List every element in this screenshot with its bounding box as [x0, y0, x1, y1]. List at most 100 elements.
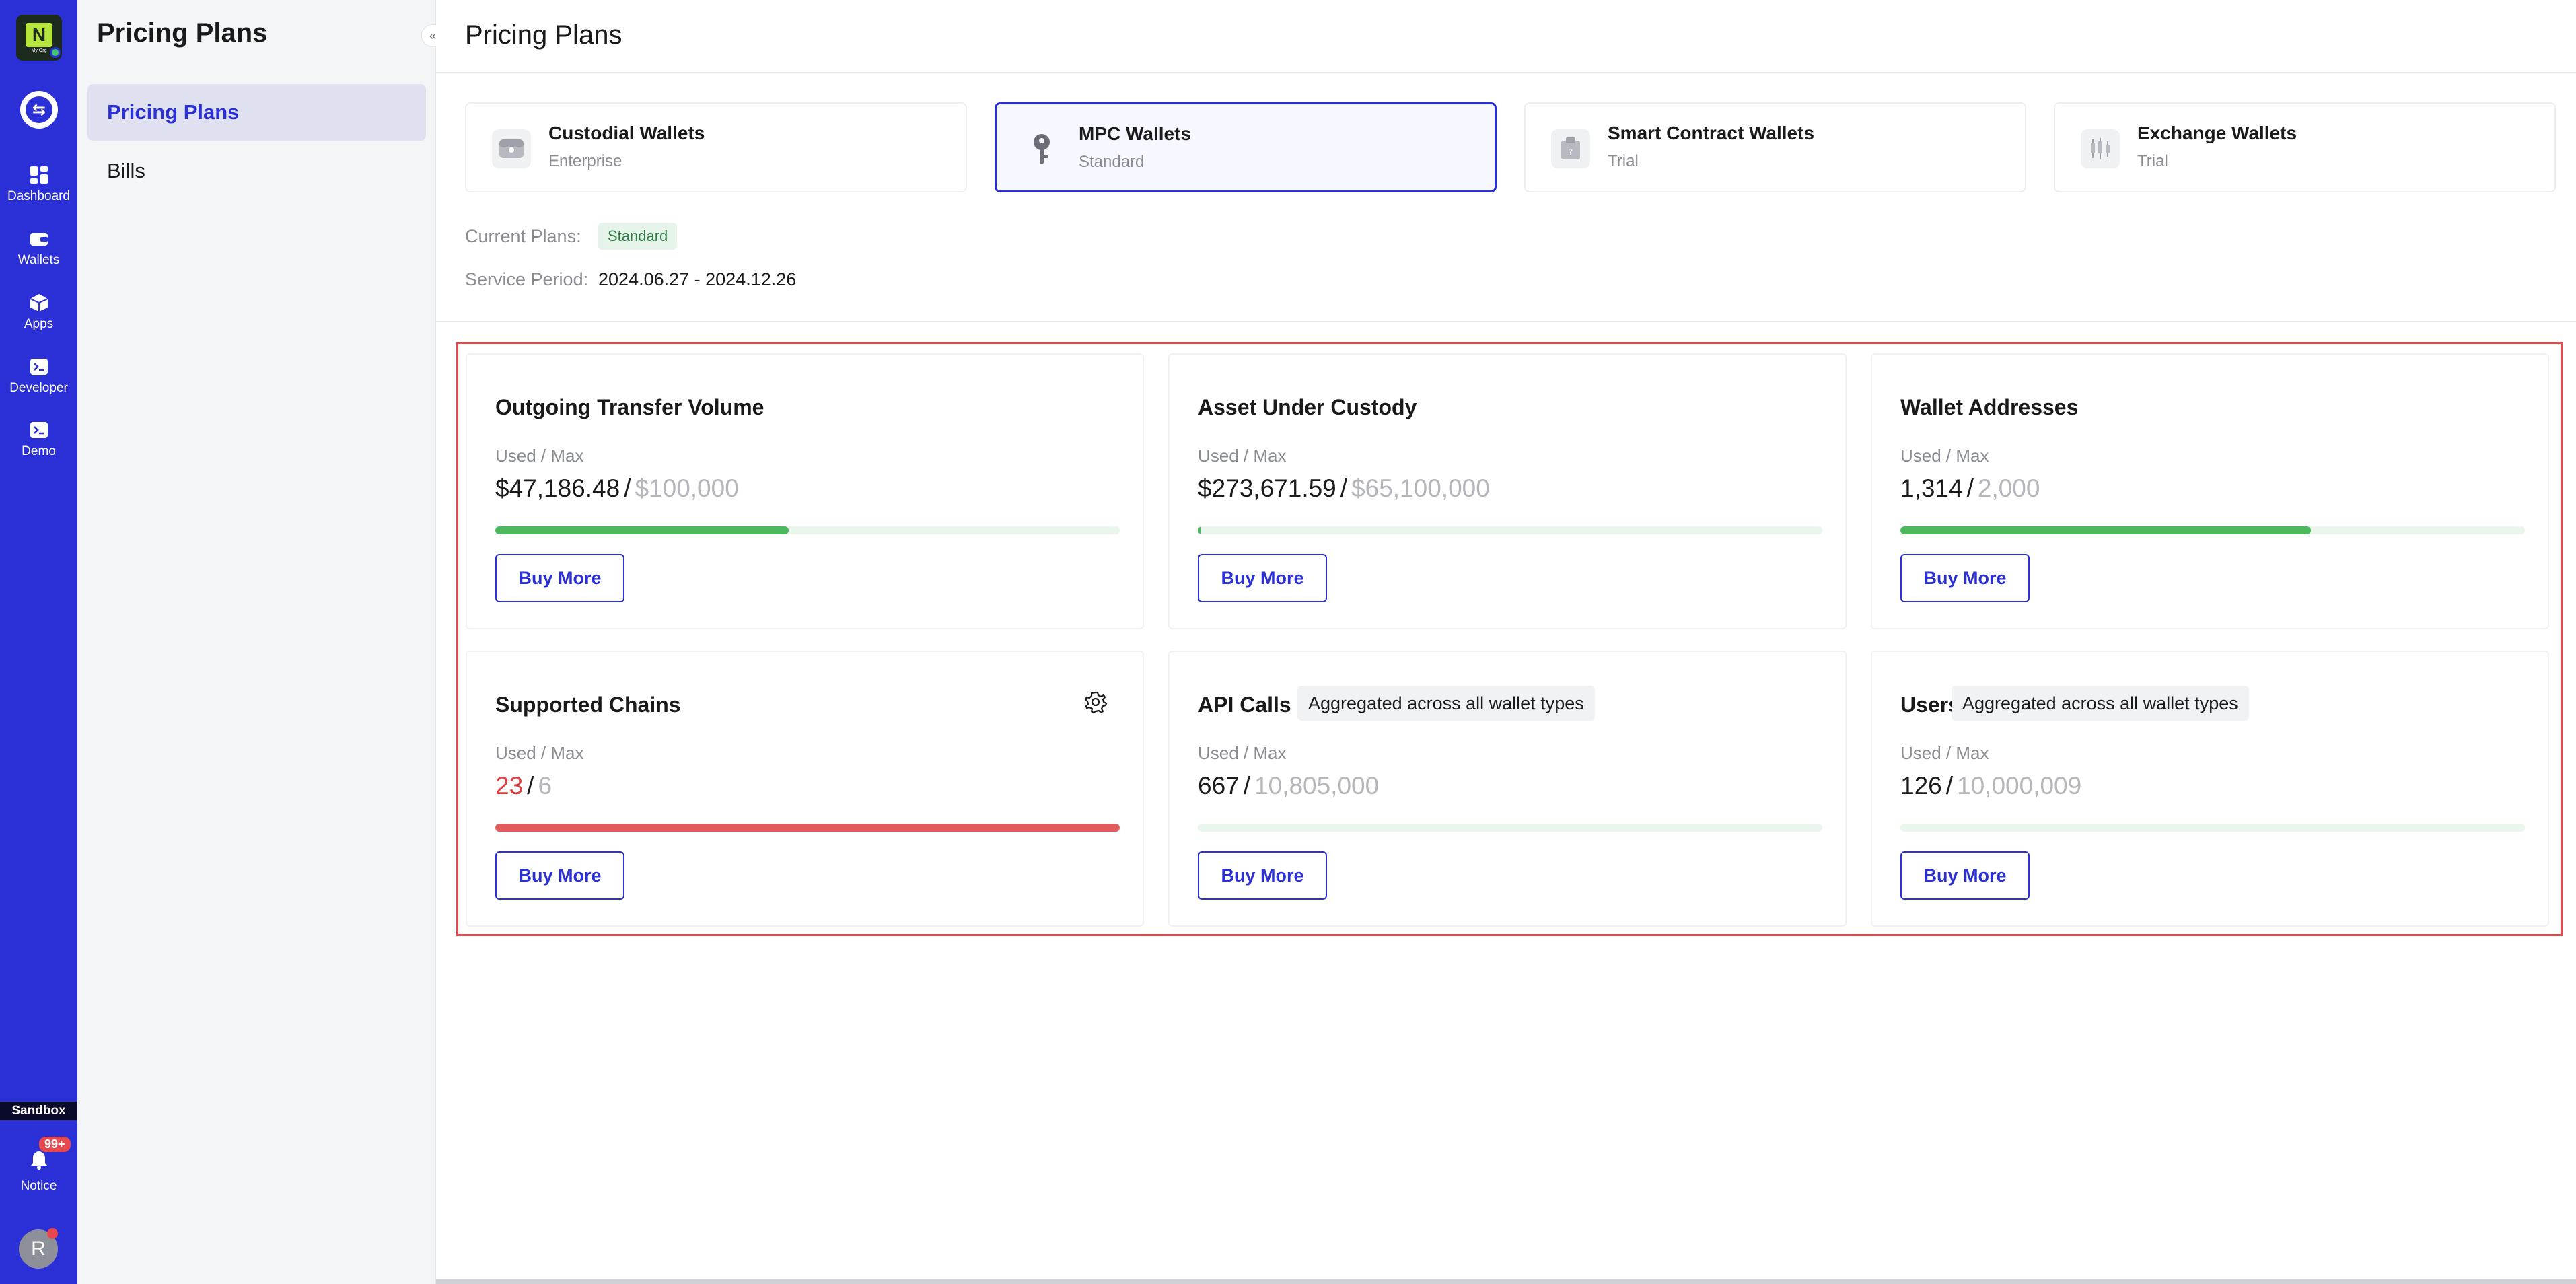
metric-used-value: 126 [1900, 772, 1942, 799]
rail-item-label: Demo [22, 444, 56, 458]
rail-item-dashboard[interactable]: Dashboard [0, 165, 77, 219]
metric-values: 667/10,805,000 [1198, 772, 1379, 800]
metric-values: 1,314/2,000 [1900, 474, 2040, 503]
avatar-status-dot [47, 1228, 58, 1239]
usage-progress-bar [1198, 526, 1822, 534]
wallet-card-custodial[interactable]: Custodial Wallets Enterprise [465, 102, 967, 192]
used-max-label: Used / Max [495, 743, 584, 763]
wallet-icon [29, 229, 49, 249]
terminal-icon [29, 357, 49, 377]
metric-title: Asset Under Custody [1198, 395, 1417, 419]
contract-icon: ? [1551, 129, 1590, 168]
sandbox-badge: Sandbox [0, 1102, 77, 1120]
terminal-icon [29, 420, 49, 440]
value-separator: / [1945, 772, 1954, 799]
service-period-value: 2024.06.27 - 2024.12.26 [598, 269, 797, 289]
usage-progress-fill [495, 526, 789, 534]
rail-item-label: Developer [9, 381, 68, 395]
used-max-label: Used / Max [1900, 743, 1989, 763]
icon-rail: N My Org ⇆ Dashboard Wallets Apps Develo… [0, 0, 77, 1284]
aggregation-tag: Aggregated across all wallet types [1297, 686, 1595, 721]
sidebar-item-bills[interactable]: Bills [87, 143, 426, 199]
metric-card-outgoing-transfer-volume: Outgoing Transfer Volume Used / Max $47,… [466, 353, 1144, 629]
org-status-dot [50, 47, 61, 58]
used-max-label: Used / Max [1198, 445, 1287, 466]
value-separator: / [1966, 474, 1974, 502]
wallet-card-tier: Trial [1608, 152, 1639, 170]
swap-icon: ⇆ [26, 96, 52, 123]
rail-item-label: Apps [24, 317, 54, 331]
used-max-label: Used / Max [1900, 445, 1989, 466]
value-separator: / [527, 772, 534, 799]
metric-title: Outgoing Transfer Volume [495, 395, 764, 419]
metric-used-value: 1,314 [1900, 474, 1963, 502]
current-plans-label: Current Plans: [465, 226, 581, 246]
current-plan-badge: Standard [598, 223, 678, 250]
metric-values: 23/6 [495, 772, 552, 800]
aggregation-tag: Aggregated across all wallet types [1952, 686, 2249, 721]
horizontal-scrollbar[interactable] [436, 1279, 2576, 1284]
wallet-card-tier: Trial [2137, 152, 2168, 170]
rail-item-label: Wallets [17, 253, 60, 267]
wallet-card-exchange[interactable]: Exchange Wallets Trial [2054, 102, 2556, 192]
metric-title: API Calls [1198, 692, 1291, 717]
usage-progress-fill [495, 824, 1120, 832]
value-separator: / [1340, 474, 1348, 502]
main-header: Pricing Plans [436, 0, 2576, 73]
buy-more-button[interactable]: Buy More [1900, 851, 2030, 900]
usage-progress-bar [495, 526, 1120, 534]
sidebar-title: Pricing Plans [97, 18, 268, 48]
metric-card-wallet-addresses: Wallet Addresses Used / Max 1,314/2,000 … [1871, 353, 2549, 629]
usage-progress-bar [1198, 824, 1822, 832]
metric-max-value: 6 [538, 772, 552, 799]
sidebar-item-pricing-plans[interactable]: Pricing Plans [87, 84, 426, 141]
metric-values: $273,671.59/$65,100,000 [1198, 474, 1490, 503]
wallet-card-name: Smart Contract Wallets [1608, 122, 1815, 143]
used-max-label: Used / Max [495, 445, 584, 466]
bell-icon [30, 1150, 48, 1174]
usage-progress-bar [1900, 526, 2525, 534]
buy-more-button[interactable]: Buy More [1198, 851, 1327, 900]
wallet-card-tier: Enterprise [548, 152, 622, 170]
value-separator: / [624, 474, 631, 502]
candlestick-icon [2081, 129, 2120, 168]
main-content: Pricing Plans Custodial Wallets Enterpri… [436, 0, 2576, 1284]
wallet-card-mpc[interactable]: MPC Wallets Standard [995, 102, 1497, 192]
gear-icon[interactable] [1083, 690, 1108, 714]
wallet-card-tier: Standard [1079, 153, 1145, 171]
buy-more-button[interactable]: Buy More [495, 851, 624, 900]
buy-more-button[interactable]: Buy More [1198, 554, 1327, 602]
usage-progress-bar [1900, 824, 2525, 832]
rail-item-developer[interactable]: Developer [0, 357, 77, 411]
buy-more-button[interactable]: Buy More [1900, 554, 2030, 602]
org-logo-mark: N [26, 22, 52, 47]
metric-values: $47,186.48/$100,000 [495, 474, 739, 503]
metric-used-value: 23 [495, 772, 524, 799]
metric-used-value: $47,186.48 [495, 474, 620, 502]
metric-card-supported-chains: Supported Chains Used / Max 23/6 Buy Mor… [466, 651, 1144, 927]
rail-item-wallets[interactable]: Wallets [0, 229, 77, 283]
dashboard-icon [29, 165, 49, 185]
metric-max-value: 2,000 [1977, 474, 2040, 502]
switch-org-button[interactable]: ⇆ [20, 91, 58, 129]
notice-label: Notice [20, 1179, 57, 1193]
rail-item-label: Dashboard [7, 189, 70, 203]
notice-button[interactable]: 99+ Notice [0, 1135, 77, 1194]
org-logo-caption: My Org [31, 48, 47, 53]
wallet-card-name: Custodial Wallets [548, 122, 705, 143]
buy-more-button[interactable]: Buy More [495, 554, 624, 602]
wallet-card-smart-contract[interactable]: ? Smart Contract Wallets Trial [1524, 102, 2026, 192]
metric-max-value: 10,805,000 [1254, 772, 1380, 799]
metric-title: Wallet Addresses [1900, 395, 2079, 419]
app-root: N My Org ⇆ Dashboard Wallets Apps Develo… [0, 0, 2576, 1284]
metric-card-users: Users Aggregated across all wallet types… [1871, 651, 2549, 927]
used-max-label: Used / Max [1198, 743, 1287, 763]
key-icon [1022, 130, 1061, 169]
rail-item-demo[interactable]: Demo [0, 420, 77, 474]
usage-progress-bar [495, 824, 1120, 832]
rail-item-apps[interactable]: Apps [0, 293, 77, 347]
value-separator: / [1243, 772, 1251, 799]
usage-progress-fill [1198, 526, 1201, 534]
metric-card-asset-under-custody: Asset Under Custody Used / Max $273,671.… [1168, 353, 1847, 629]
service-period-label: Service Period: [465, 269, 589, 289]
